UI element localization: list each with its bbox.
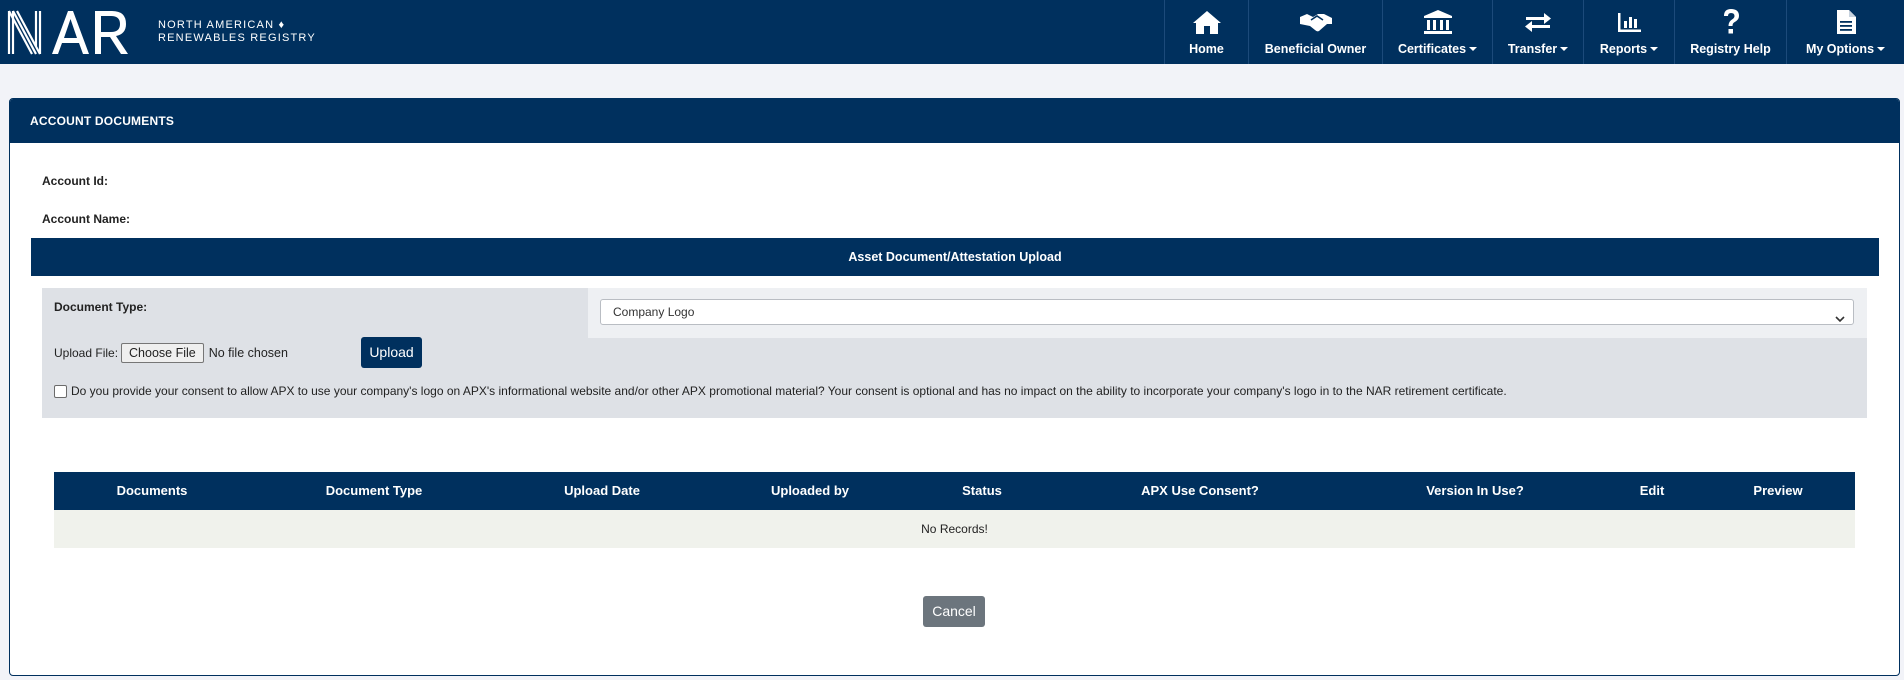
registry-name-line2: RENEWABLES REGISTRY	[158, 32, 316, 44]
nav-certificates-label: Certificates	[1397, 42, 1467, 56]
column-header-uploaded-by[interactable]: Uploaded by	[771, 472, 849, 510]
choose-file-button[interactable]: Choose File	[121, 343, 204, 363]
nar-logo[interactable]: NORTH AMERICAN ♦ RENEWABLES REGISTRY	[6, 6, 316, 58]
account-id-label: Account Id:	[42, 174, 108, 188]
account-id-row: Account Id:	[42, 174, 108, 188]
column-header-version-in-use[interactable]: Version In Use?	[1426, 472, 1524, 510]
caret-down-icon	[1650, 47, 1659, 51]
panel-title: ACCOUNT DOCUMENTS	[10, 99, 1899, 143]
upload-form: Document Type: Company Logo Upload File:…	[42, 288, 1867, 418]
column-header-documents[interactable]: Documents	[117, 472, 188, 510]
exchange-arrows-icon	[1524, 8, 1552, 36]
upload-button[interactable]: Upload	[361, 337, 422, 368]
account-name-label: Account Name:	[42, 212, 131, 226]
column-header-preview: Preview	[1753, 483, 1803, 498]
account-name-row: Account Name:	[42, 212, 130, 226]
nav-registry-help[interactable]: Registry Help	[1674, 0, 1786, 64]
document-type-select[interactable]: Company Logo	[600, 299, 1854, 325]
upload-file-label: Upload File:	[54, 346, 119, 360]
caret-down-icon	[1560, 47, 1569, 51]
table-header-row: Documents Document Type Upload Date Uplo…	[54, 472, 1855, 510]
nav-reports[interactable]: Reports	[1583, 0, 1674, 64]
bar-chart-icon	[1616, 8, 1642, 36]
upload-file-row: Upload File: Choose File No file chosen	[54, 343, 288, 363]
chevron-down-icon	[1835, 307, 1845, 331]
column-header-document-type[interactable]: Document Type	[326, 472, 423, 510]
nav-transfer-label: Transfer	[1507, 42, 1558, 56]
caret-down-icon	[1469, 47, 1478, 51]
home-icon	[1192, 8, 1222, 36]
nav-certificates[interactable]: Certificates	[1382, 0, 1492, 64]
registry-name-line1: NORTH AMERICAN ♦	[158, 19, 286, 31]
cancel-button[interactable]: Cancel	[923, 596, 985, 627]
main-nav: Home Beneficial Owner Certificates Trans…	[1164, 0, 1904, 64]
upload-section-title: Asset Document/Attestation Upload	[31, 238, 1879, 276]
table-empty-row: No Records!	[54, 510, 1855, 548]
flame-icon: ♦	[278, 19, 286, 31]
column-header-apx-use-consent[interactable]: APX Use Consent?	[1141, 472, 1259, 510]
column-header-edit: Edit	[1639, 483, 1665, 498]
document-type-cell: Company Logo	[588, 288, 1867, 338]
registry-name: NORTH AMERICAN ♦ RENEWABLES REGISTRY	[158, 19, 316, 45]
bank-icon	[1423, 8, 1453, 36]
nav-reports-label: Reports	[1599, 42, 1648, 56]
document-type-label: Document Type:	[54, 300, 148, 314]
document-type-selected: Company Logo	[613, 305, 695, 319]
top-navigation-bar: NORTH AMERICAN ♦ RENEWABLES REGISTRY Hom…	[0, 0, 1904, 64]
nav-home[interactable]: Home	[1164, 0, 1248, 64]
consent-checkbox[interactable]	[54, 384, 67, 398]
consent-text: Do you provide your consent to allow APX…	[71, 384, 1507, 398]
documents-table: Documents Document Type Upload Date Uplo…	[54, 472, 1855, 548]
nav-my-options-label: My Options	[1805, 42, 1875, 56]
question-mark-icon	[1721, 8, 1741, 36]
nav-beneficial-owner[interactable]: Beneficial Owner	[1248, 0, 1382, 64]
column-header-upload-date[interactable]: Upload Date	[564, 472, 640, 510]
column-header-status[interactable]: Status	[962, 472, 1002, 510]
handshake-icon	[1299, 8, 1333, 36]
caret-down-icon	[1877, 47, 1886, 51]
document-icon	[1835, 8, 1857, 36]
nar-logo-icon	[7, 10, 128, 55]
nav-transfer[interactable]: Transfer	[1492, 0, 1583, 64]
nav-my-options[interactable]: My Options	[1786, 0, 1904, 64]
no-file-chosen-text: No file chosen	[208, 346, 288, 360]
consent-row: Do you provide your consent to allow APX…	[54, 384, 1507, 398]
account-documents-panel: ACCOUNT DOCUMENTS Account Id: Account Na…	[9, 98, 1900, 676]
